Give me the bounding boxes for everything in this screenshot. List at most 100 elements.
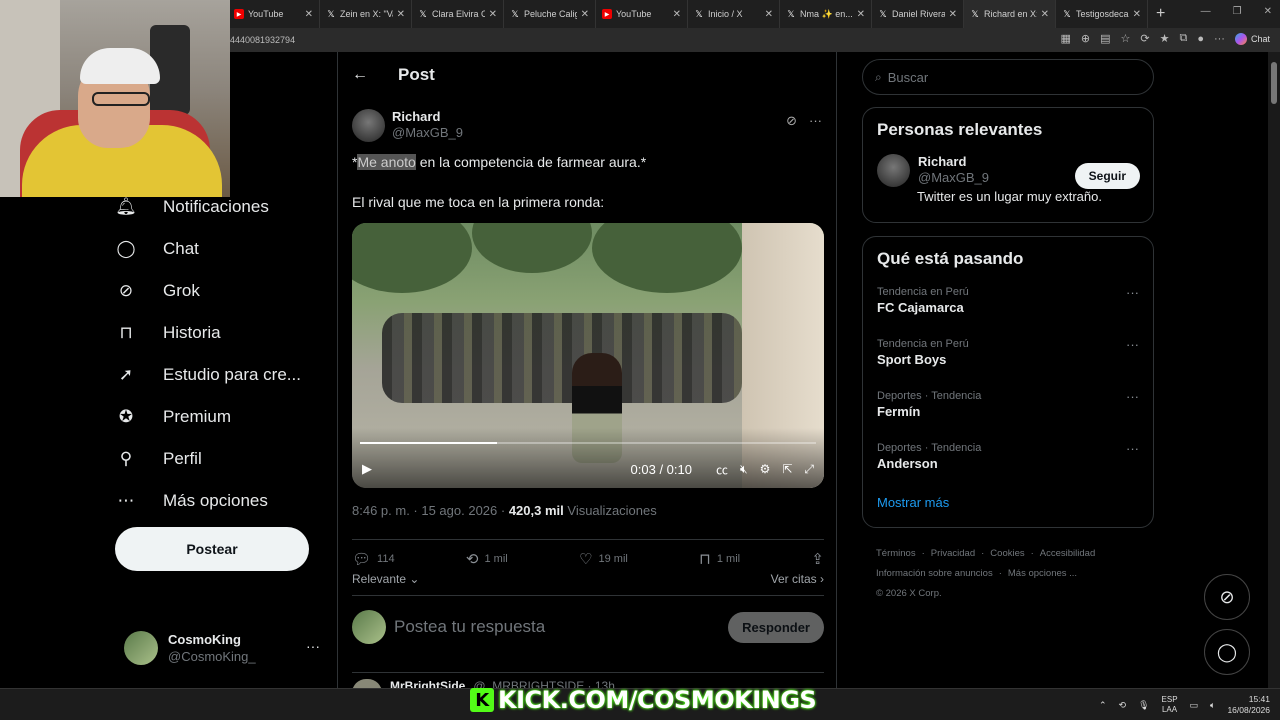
nav-item-chat-bubble[interactable]: ◯ Chat (115, 228, 325, 270)
network-icon[interactable]: ⟲ (1119, 700, 1127, 711)
close-icon[interactable]: ✕ (673, 9, 681, 20)
minimize-button[interactable]: — (1201, 6, 1211, 17)
footer-link[interactable]: Información sobre anuncios (876, 568, 993, 579)
follow-button[interactable]: Seguir (1074, 163, 1140, 189)
trend-item[interactable]: Deportes · Tendencia Fermín ··· (863, 381, 1153, 433)
play-icon[interactable]: ▶ (362, 461, 372, 477)
reply-button[interactable]: 💬︎ 114 (352, 550, 395, 568)
post-timestamp[interactable]: 8:46 p. m. · 15 ago. 2026 · (352, 503, 509, 518)
person-name[interactable]: Richard (918, 154, 989, 170)
back-arrow-icon[interactable]: ← (352, 66, 368, 84)
display-icon[interactable]: ▭ (1190, 700, 1199, 711)
repost-button[interactable]: ⟲ 1 mil (466, 550, 508, 568)
trend-item[interactable]: Tendencia en Perú FC Cajamarca ··· (863, 277, 1153, 329)
nav-item-bookmark[interactable]: ⊓ Historia (115, 312, 325, 354)
bookmark-button[interactable]: ⊓ 1 mil (699, 550, 740, 568)
footer-link[interactable]: Cookies (990, 548, 1024, 559)
collections-icon[interactable]: ⧉ (1179, 32, 1187, 45)
share-button[interactable]: ⇪ (811, 550, 824, 568)
trend-item[interactable]: Deportes · Tendencia Anderson ··· (863, 433, 1153, 485)
footer-link[interactable]: Privacidad (931, 548, 975, 559)
close-icon[interactable]: ✕ (1041, 9, 1049, 20)
post-meta: 8:46 p. m. · 15 ago. 2026 · 420,3 mil Vi… (352, 503, 657, 518)
more-icon[interactable]: ··· (1126, 389, 1139, 404)
captions-icon[interactable]: ㏄ (716, 461, 728, 478)
video-progress-bar[interactable] (360, 442, 816, 444)
new-tab-button[interactable]: + (1156, 5, 1165, 23)
popout-icon[interactable]: ⇱ (782, 462, 792, 476)
footer-link[interactable]: Más opciones ... (1008, 568, 1077, 579)
profile-icon[interactable]: ● (1197, 33, 1204, 45)
page-scrollbar[interactable] (1268, 52, 1280, 692)
url-field[interactable]: 4440081932794 (230, 35, 295, 45)
apps-icon[interactable]: ▦ (1060, 32, 1070, 45)
close-icon[interactable]: ✕ (489, 9, 497, 20)
close-window-button[interactable]: ✕ (1264, 6, 1272, 17)
grok-fab-button[interactable]: ⊘ (1204, 574, 1250, 620)
browser-tab[interactable]: 𝕏 Nma ✨ en... ✕ (780, 0, 872, 28)
show-more-link[interactable]: Mostrar más (863, 485, 1153, 520)
post-button[interactable]: Postear (115, 527, 309, 571)
more-icon[interactable]: ··· (1126, 337, 1139, 352)
search-input[interactable]: ⌕ Buscar (862, 59, 1154, 95)
close-icon[interactable]: ✕ (857, 9, 865, 20)
browser-tab[interactable]: ▶ YouTube ✕ (228, 0, 320, 28)
extensions-icon[interactable]: ⟳ (1140, 32, 1149, 45)
clock[interactable]: 15:41 16/08/2026 (1227, 694, 1270, 716)
nav-item-person[interactable]: ⚲ Perfil (115, 438, 325, 480)
nav-item-grok[interactable]: ⊘ Grok (115, 270, 325, 312)
mute-icon[interactable]: 🔇︎ (740, 462, 748, 477)
browser-tab[interactable]: 𝕏Testigosdecaido...✕ (1056, 0, 1148, 28)
browser-tab[interactable]: 𝕏Daniel Rivera S...✕ (872, 0, 964, 28)
reader-icon[interactable]: ▤ (1100, 32, 1110, 45)
settings-icon[interactable]: ⚙ (760, 462, 771, 476)
microphone-icon[interactable]: 🎙︎ (1138, 700, 1149, 711)
browser-tab[interactable]: 𝕏Zein en X: "Var...✕ (320, 0, 412, 28)
view-quotes-link[interactable]: Ver citas › (771, 572, 824, 586)
browser-tab[interactable]: 𝕏 Inicio / X ✕ (688, 0, 780, 28)
close-icon[interactable]: ✕ (949, 9, 957, 20)
footer-link[interactable]: Accesibilidad (1040, 548, 1095, 559)
browser-tab[interactable]: ▶ YouTube ✕ (596, 0, 688, 28)
more-icon[interactable]: ··· (1126, 285, 1139, 300)
nav-item-verified-badge[interactable]: ✪ Premium (115, 396, 325, 438)
browser-tab[interactable]: 𝕏Richard en X: "...✕ (964, 0, 1056, 28)
reply-input[interactable]: Postea tu respuesta (394, 617, 728, 637)
nav-item-label: Estudio para cre... (163, 365, 301, 384)
chevron-up-icon[interactable]: ⌃ (1099, 700, 1107, 711)
author-name[interactable]: Richard (392, 109, 463, 125)
reply-submit-button[interactable]: Responder (728, 611, 824, 643)
footer-link[interactable]: Términos (876, 548, 916, 559)
volume-icon[interactable]: 🔈︎ (1210, 700, 1215, 711)
nav-item-rocket[interactable]: ➚ Estudio para cre... (115, 354, 325, 396)
more-icon[interactable]: ··· (306, 638, 320, 654)
copilot-chat-button[interactable]: Chat (1234, 32, 1270, 45)
video-player[interactable]: ▶ 0:03 / 0:10 ㏄ 🔇︎ ⚙ ⇱ ⤢ (352, 223, 824, 488)
close-icon[interactable]: ✕ (581, 9, 589, 20)
author-avatar[interactable] (352, 108, 385, 142)
browser-tab[interactable]: 𝕏Peluche Caligar...✕ (504, 0, 596, 28)
nav-item-more-circle[interactable]: ⋯ Más opciones (115, 480, 325, 522)
messages-fab-button[interactable]: ◯ (1204, 629, 1250, 675)
grok-icon[interactable]: ⊘ (786, 113, 797, 129)
fullscreen-icon[interactable]: ⤢ (804, 462, 814, 477)
avatar[interactable] (877, 154, 910, 187)
browser-tab[interactable]: 𝕏Clara Elvira Osp...✕ (412, 0, 504, 28)
close-icon[interactable]: ✕ (305, 9, 313, 20)
sort-dropdown[interactable]: Relevante ⌄ (352, 572, 419, 586)
settings-more-icon[interactable]: ··· (1214, 33, 1225, 45)
trend-item[interactable]: Tendencia en Perú Sport Boys ··· (863, 329, 1153, 381)
favorite-star-icon[interactable]: ☆ (1121, 32, 1131, 45)
author-handle[interactable]: @MaxGB_9 (392, 125, 463, 141)
account-switcher[interactable]: CosmoKing @CosmoKing_ ··· (124, 630, 324, 666)
favorites-icon[interactable]: ★ (1160, 32, 1170, 45)
restore-button[interactable]: ❐ (1233, 6, 1242, 17)
close-icon[interactable]: ✕ (765, 9, 773, 20)
more-icon[interactable]: ··· (1126, 441, 1139, 456)
like-button[interactable]: ♡ 19 mil (579, 550, 628, 568)
zoom-icon[interactable]: ⊕ (1081, 32, 1090, 45)
close-icon[interactable]: ✕ (1133, 9, 1141, 20)
close-icon[interactable]: ✕ (397, 9, 405, 20)
more-icon[interactable]: ··· (809, 113, 822, 129)
language-indicator[interactable]: ESP LAA (1162, 695, 1178, 715)
